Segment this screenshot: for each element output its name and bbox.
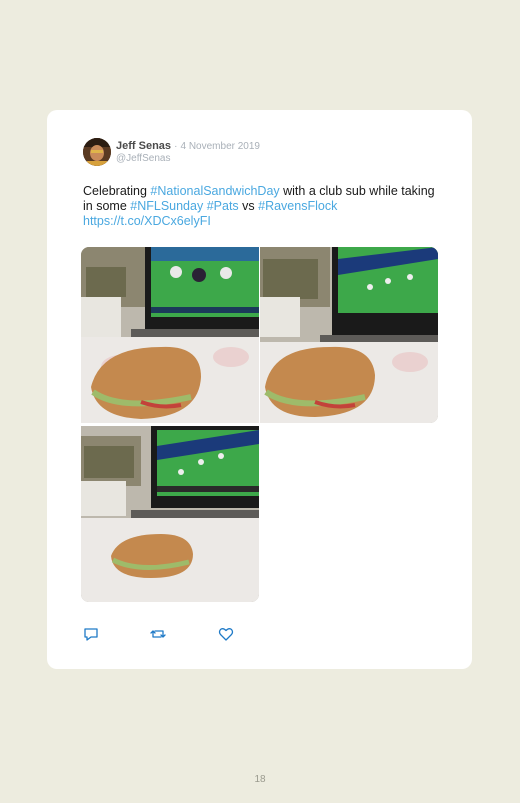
retweet-icon[interactable] (150, 626, 166, 642)
reply-icon[interactable] (83, 626, 99, 642)
hashtag-ravens-flock[interactable]: #RavensFlock (258, 199, 337, 213)
tweet-link[interactable]: https://t.co/XDCx6elyFI (83, 214, 211, 228)
separator: · (174, 141, 178, 152)
page-number: 18 (254, 774, 266, 785)
hashtag-national-sandwich-day[interactable]: #NationalSandwichDay (150, 184, 279, 198)
tweet-card: Jeff Senas · 4 November 2019 @JeffSenas … (47, 110, 472, 669)
text-segment: vs (238, 199, 259, 214)
author-name[interactable]: Jeff Senas (116, 140, 171, 152)
tweet-actions (83, 626, 283, 642)
tweet-photo-1[interactable] (81, 247, 259, 423)
author-line: Jeff Senas · 4 November 2019 (116, 139, 260, 154)
avatar[interactable] (83, 138, 111, 166)
text-segment: Celebrating (83, 184, 151, 198)
hashtag-pats[interactable]: #Pats (207, 199, 239, 213)
hashtag-nfl-sunday[interactable]: #NFLSunday (130, 199, 203, 213)
like-icon[interactable] (218, 626, 234, 642)
tweet-date[interactable]: 4 November 2019 (181, 141, 261, 152)
author-handle[interactable]: @JeffSenas (116, 153, 170, 165)
tweet-photo-3[interactable] (81, 426, 259, 602)
tweet-text: Celebrating #NationalSandwichDay with a … (83, 184, 443, 230)
tweet-photo-2[interactable] (260, 247, 438, 423)
